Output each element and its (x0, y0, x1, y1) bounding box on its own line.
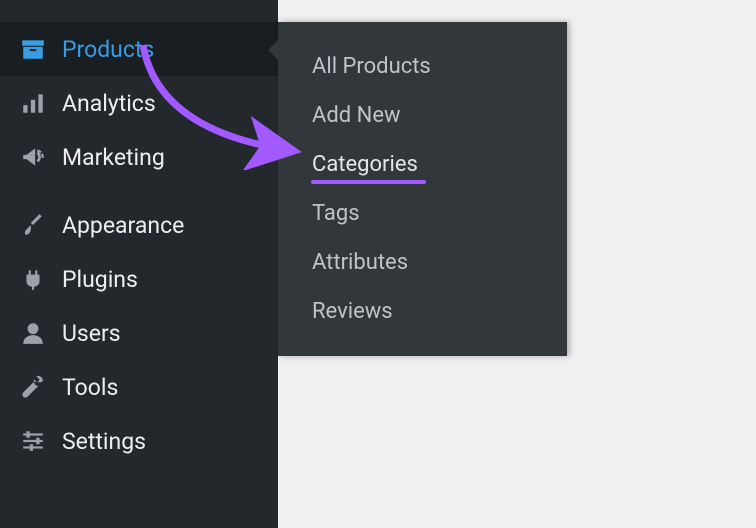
sidebar-item-label: Marketing (62, 144, 165, 171)
flyout-item-tags[interactable]: Tags (278, 189, 567, 238)
annotation-underline (311, 180, 426, 184)
sidebar-item-label: Settings (62, 428, 146, 455)
sidebar-item-plugins[interactable]: Plugins (0, 252, 278, 306)
sidebar-item-marketing[interactable]: Marketing (0, 130, 278, 184)
flyout-item-label: Reviews (312, 299, 393, 324)
flyout-item-all-products[interactable]: All Products (278, 42, 567, 91)
sidebar-item-label: Appearance (62, 212, 184, 239)
megaphone-icon (18, 142, 48, 172)
flyout-item-label: Attributes (312, 250, 408, 275)
products-flyout: All Products Add New Categories Tags Att… (278, 22, 567, 356)
wrench-icon (18, 372, 48, 402)
sidebar-item-label: Tools (62, 374, 118, 401)
sidebar-item-label: Products (62, 36, 154, 63)
sidebar-item-users[interactable]: Users (0, 306, 278, 360)
paintbrush-icon (18, 210, 48, 240)
flyout-item-label: All Products (312, 54, 431, 79)
flyout-pointer (268, 40, 278, 60)
flyout-item-reviews[interactable]: Reviews (278, 287, 567, 336)
sidebar-item-products[interactable]: Products (0, 22, 278, 76)
sidebar-item-label: Plugins (62, 266, 138, 293)
sidebar-item-label: Users (62, 320, 121, 347)
flyout-item-categories[interactable]: Categories (278, 140, 567, 189)
flyout-item-label: Add New (312, 103, 401, 128)
flyout-item-add-new[interactable]: Add New (278, 91, 567, 140)
user-icon (18, 318, 48, 348)
sidebar-item-settings[interactable]: Settings (0, 414, 278, 468)
flyout-item-label: Tags (312, 201, 360, 226)
admin-sidebar: Products Analytics Marketing (0, 0, 278, 528)
archive-icon (18, 34, 48, 64)
sidebar-item-tools[interactable]: Tools (0, 360, 278, 414)
sliders-icon (18, 426, 48, 456)
flyout-item-label: Categories (312, 152, 418, 177)
sidebar-item-analytics[interactable]: Analytics (0, 76, 278, 130)
flyout-item-attributes[interactable]: Attributes (278, 238, 567, 287)
menu-separator (0, 184, 278, 198)
plug-icon (18, 264, 48, 294)
sidebar-item-label: Analytics (62, 90, 156, 117)
sidebar-item-appearance[interactable]: Appearance (0, 198, 278, 252)
bars-icon (18, 88, 48, 118)
